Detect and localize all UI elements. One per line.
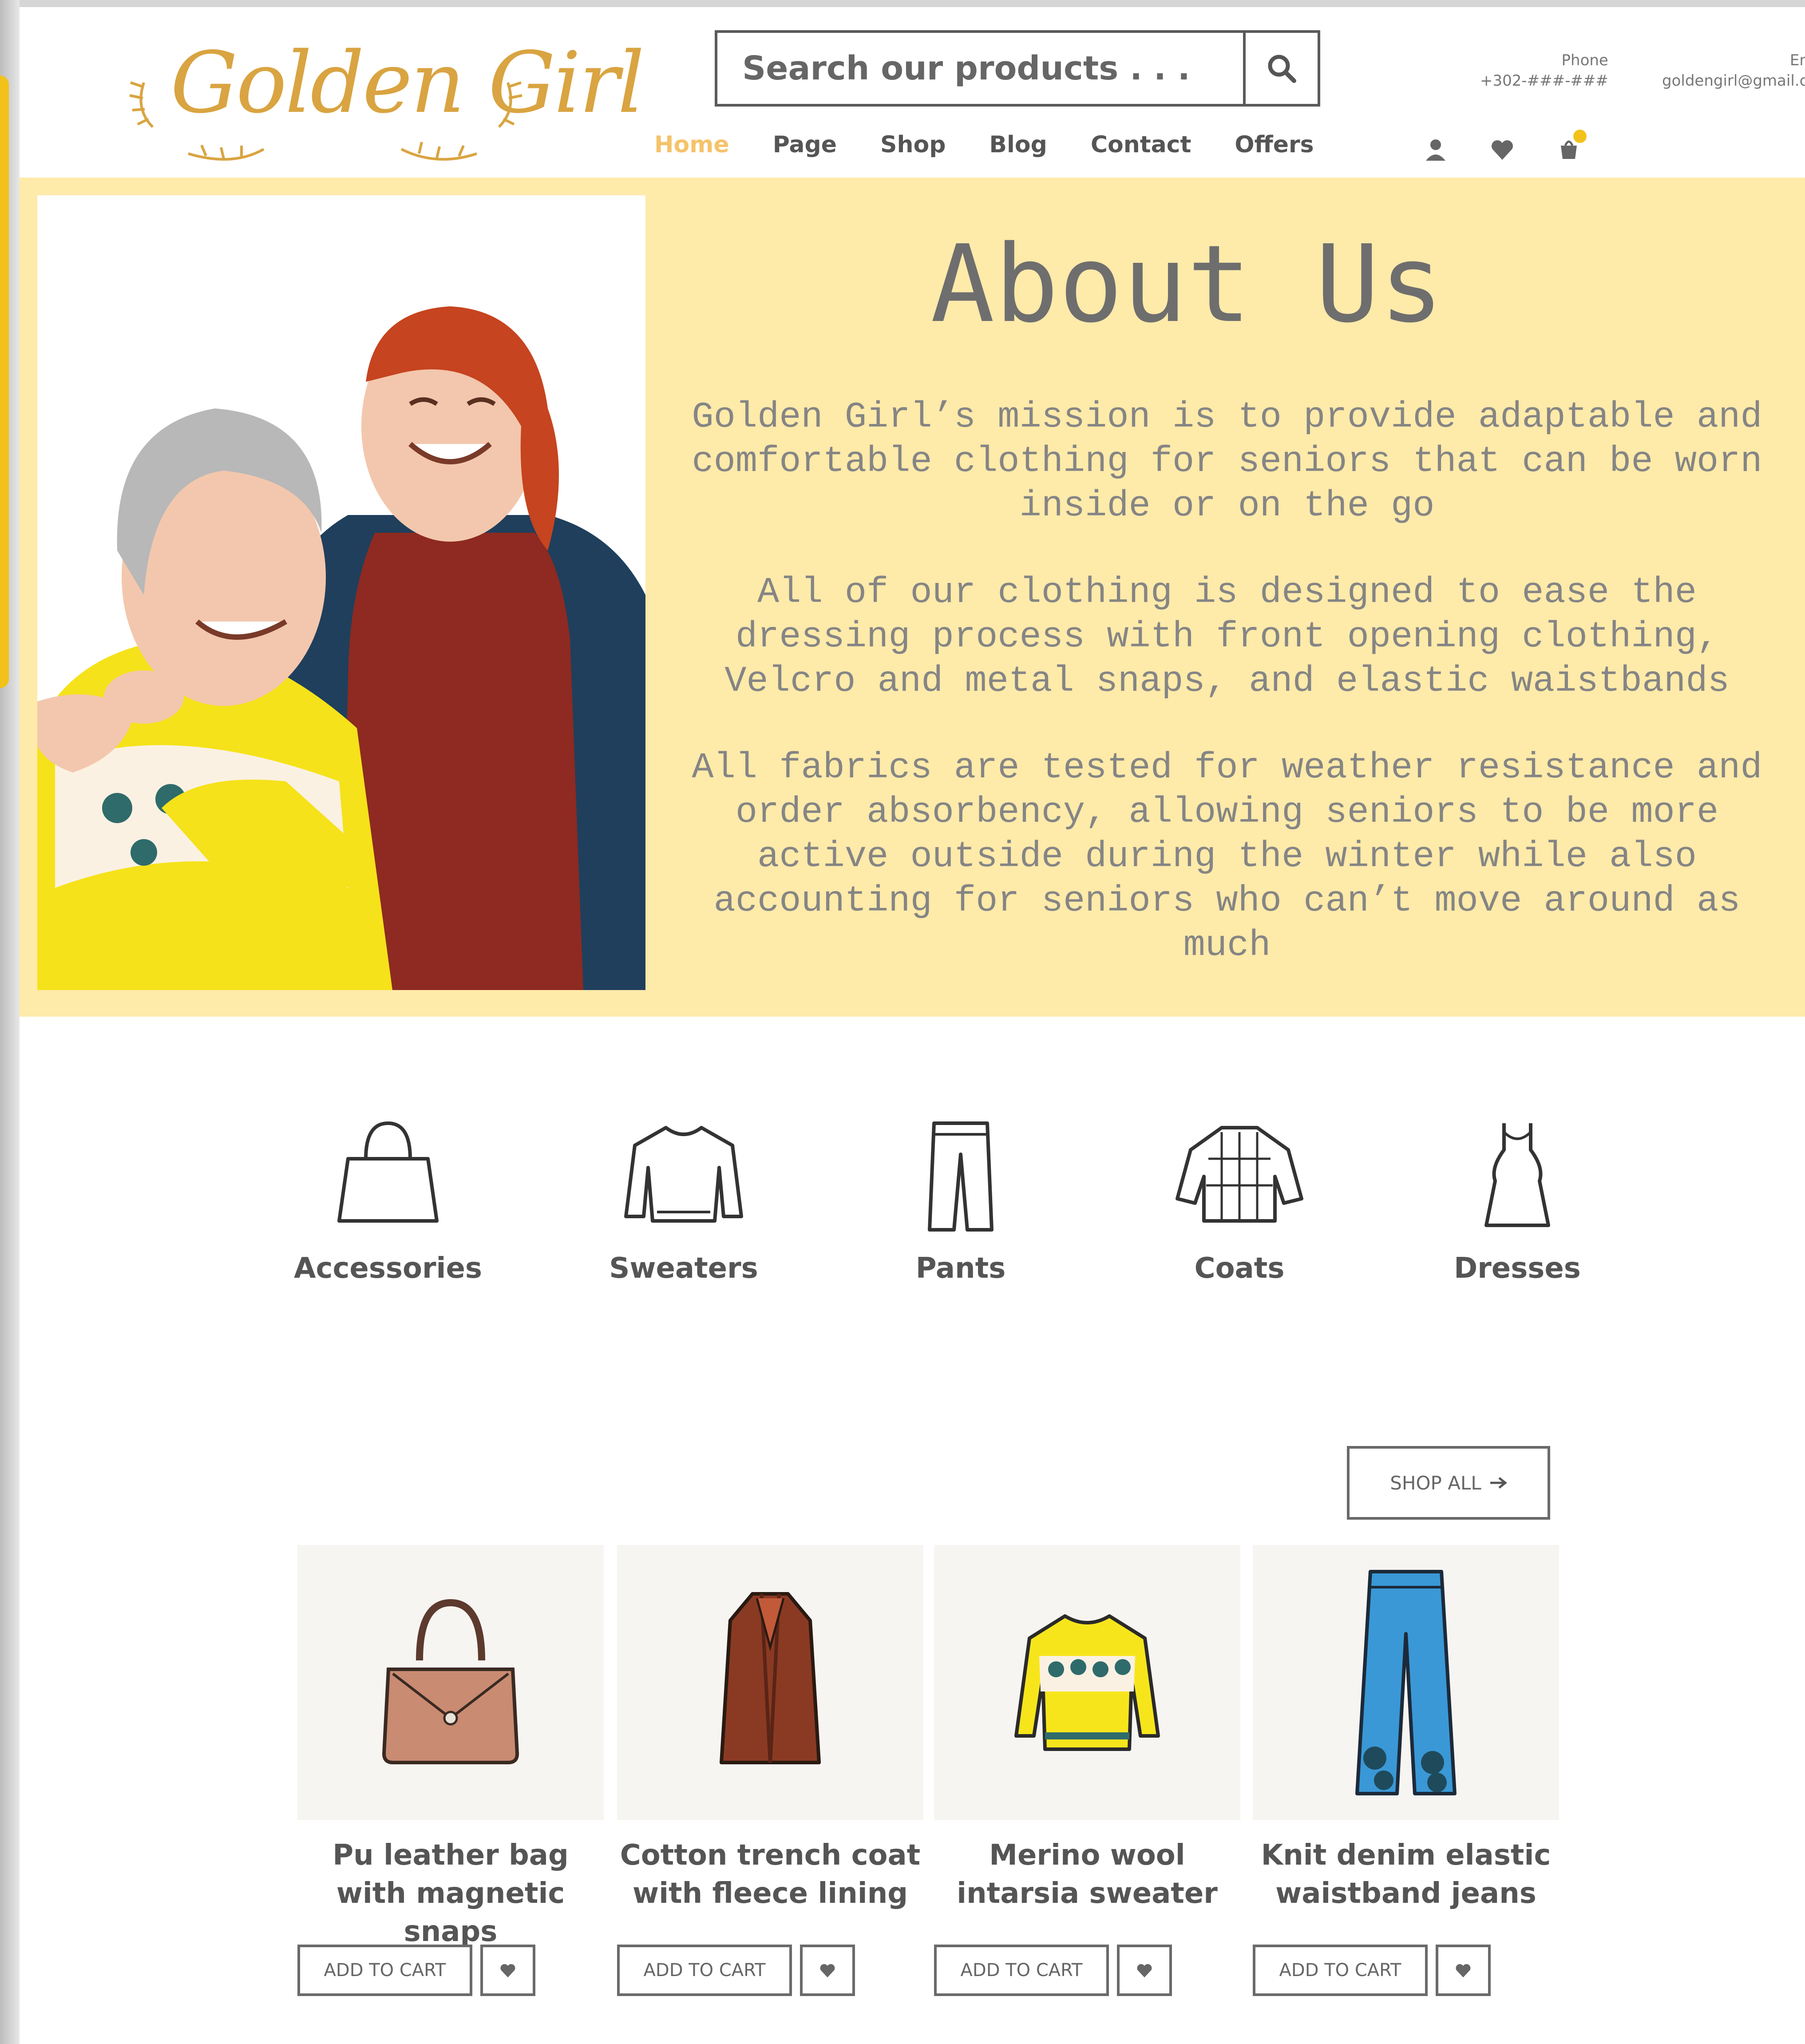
email-label: Email (1789, 51, 1805, 69)
category-label: Sweaters (609, 1252, 758, 1285)
category-sweaters[interactable]: Sweaters (582, 1110, 786, 1285)
denim-jeans-icon (1355, 1570, 1457, 1795)
category-label: Accessories (294, 1252, 482, 1285)
window-frame-top (0, 0, 1805, 7)
add-to-cart-button[interactable]: ADD TO CART (297, 1945, 472, 1996)
product-name[interactable]: Knit denim elastic waistband jeans (1253, 1836, 1559, 1913)
shop-all-button[interactable]: SHOP ALL (1347, 1446, 1550, 1520)
arrow-right-icon (1490, 1477, 1507, 1489)
category-dresses[interactable]: Dresses (1415, 1110, 1619, 1285)
wishlist-button[interactable] (800, 1945, 855, 1996)
cart-badge (1573, 130, 1587, 143)
leather-bag-icon (382, 1599, 519, 1764)
category-row: Accessories Sweaters Pants Coats Dresses (20, 1110, 1805, 1332)
nav-page[interactable]: Page (773, 131, 837, 167)
about-hero: About Us Golden Girl’s mission is to pro… (20, 178, 1805, 1017)
product-image[interactable] (297, 1545, 604, 1820)
product-actions: ADD TO CART (297, 1945, 535, 1996)
search-icon (1268, 55, 1296, 83)
account-button[interactable] (1422, 136, 1449, 162)
nav-home[interactable]: Home (654, 131, 729, 167)
category-label: Dresses (1454, 1252, 1581, 1285)
category-pants[interactable]: Pants (859, 1110, 1063, 1285)
side-tab (0, 75, 9, 688)
heart-icon (500, 1964, 515, 1977)
logo-text: Golden Girl (170, 34, 645, 132)
product-name[interactable]: Merino wool intarsia sweater (934, 1836, 1240, 1913)
trench-coat-icon (720, 1592, 821, 1764)
coat-icon (1176, 1126, 1303, 1223)
site-header: Golden Girl Phone +302-###-### Email gol… (20, 7, 1805, 178)
wishlist-button[interactable] (1436, 1945, 1491, 1996)
wishlist-button[interactable] (1117, 1945, 1172, 1996)
cart-button[interactable] (1556, 130, 1587, 162)
phone-label: Phone (1561, 51, 1608, 69)
search-bar (715, 30, 1320, 107)
mission-paragraph: Golden Girl’s mission is to provide adap… (692, 396, 1762, 527)
main-nav: Home Page Shop Blog Contact Offers (654, 131, 1314, 167)
heart-icon (1491, 140, 1513, 160)
heart-icon (820, 1964, 835, 1977)
nav-offers[interactable]: Offers (1235, 131, 1314, 167)
category-accessories[interactable]: Accessories (286, 1110, 490, 1285)
search-input[interactable] (717, 33, 1232, 104)
nav-contact[interactable]: Contact (1091, 131, 1191, 167)
shop-all-label: SHOP ALL (1390, 1472, 1481, 1494)
category-label: Coats (1194, 1252, 1285, 1285)
add-to-cart-button[interactable]: ADD TO CART (1253, 1945, 1428, 1996)
design-paragraph: All of our clothing is designed to ease … (724, 572, 1730, 702)
add-to-cart-button[interactable]: ADD TO CART (617, 1945, 792, 1996)
header-icons (1422, 130, 1587, 162)
phone-value: +302-###-### (1480, 72, 1608, 90)
wishlist-button[interactable] (480, 1945, 535, 1996)
product-actions: ADD TO CART (617, 1945, 855, 1996)
hero-illustration (37, 195, 645, 990)
product-card: Cotton trench coat with fleece lining AD… (617, 1545, 923, 1996)
product-name[interactable]: Pu leather bag with magnetic snaps (297, 1836, 604, 1951)
fabric-paragraph: All fabrics are tested for weather resis… (692, 747, 1762, 966)
email-value: goldengirl@gmail.com (1662, 72, 1805, 90)
pants-icon (928, 1121, 994, 1232)
product-image[interactable] (1253, 1545, 1559, 1820)
nav-blog[interactable]: Blog (989, 131, 1047, 167)
intarsia-sweater-icon (1014, 1614, 1160, 1751)
dress-icon (1484, 1123, 1550, 1227)
product-image[interactable] (934, 1545, 1240, 1820)
product-actions: ADD TO CART (1253, 1945, 1491, 1996)
logo[interactable]: Golden Girl (117, 20, 645, 180)
sweater-icon (624, 1126, 743, 1223)
category-label: Pants (915, 1252, 1006, 1285)
user-icon (1426, 139, 1445, 161)
heart-icon (1137, 1964, 1152, 1977)
heart-icon (1456, 1964, 1471, 1977)
nav-shop[interactable]: Shop (880, 131, 946, 167)
product-card: Merino wool intarsia sweater ADD TO CART (934, 1545, 1240, 1996)
product-card: Knit denim elastic waistband jeans ADD T… (1253, 1545, 1559, 1996)
about-title: About Us (930, 222, 1444, 346)
seniors-illustration (37, 306, 645, 990)
product-card: Pu leather bag with magnetic snaps ADD T… (297, 1545, 604, 1996)
search-button[interactable] (1243, 33, 1318, 104)
email-block: Email goldengirl@gmail.com (1662, 51, 1805, 90)
handbag-icon (337, 1121, 439, 1223)
product-actions: ADD TO CART (934, 1945, 1172, 1996)
phone-block: Phone +302-###-### (1480, 51, 1608, 90)
product-image[interactable] (617, 1545, 923, 1820)
add-to-cart-button[interactable]: ADD TO CART (934, 1945, 1109, 1996)
product-name[interactable]: Cotton trench coat with fleece lining (617, 1836, 923, 1913)
category-coats[interactable]: Coats (1137, 1110, 1342, 1285)
wishlist-button[interactable] (1489, 136, 1516, 162)
